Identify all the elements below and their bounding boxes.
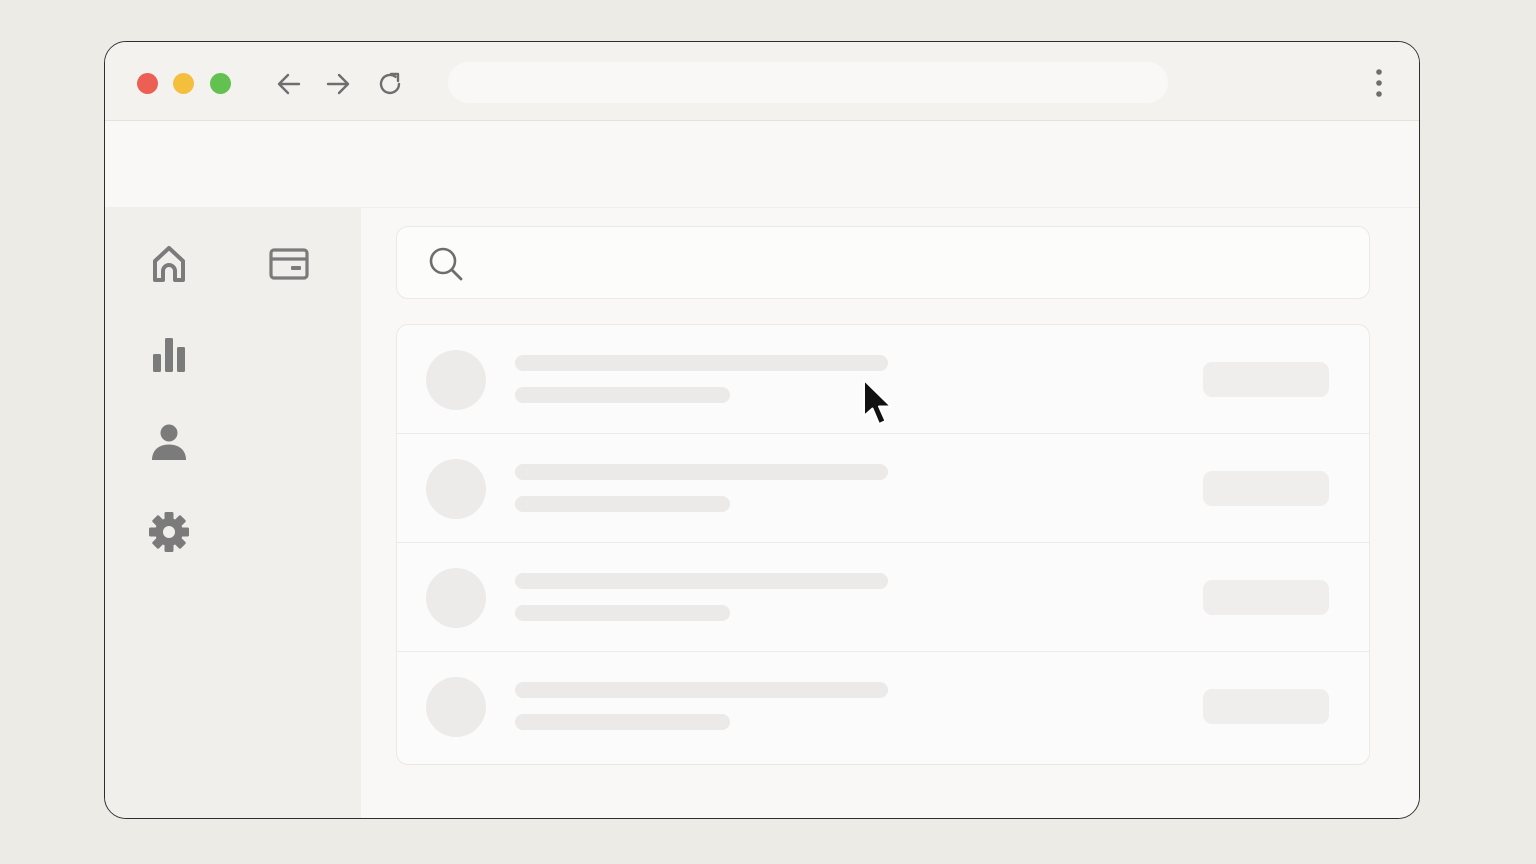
- browser-titlebar: [105, 42, 1419, 121]
- kebab-menu-icon: [1376, 69, 1382, 97]
- list-item[interactable]: [397, 652, 1369, 761]
- maximize-window-button[interactable]: [210, 73, 231, 94]
- reload-icon: [379, 72, 401, 95]
- action-button-placeholder[interactable]: [1203, 362, 1329, 397]
- search-input[interactable]: [479, 241, 1343, 287]
- home-icon: [153, 246, 185, 282]
- search-bar[interactable]: [396, 226, 1370, 299]
- user-icon: [152, 424, 186, 460]
- main-content: [361, 208, 1419, 818]
- minimize-window-button[interactable]: [173, 73, 194, 94]
- action-button-placeholder[interactable]: [1203, 471, 1329, 506]
- sidebar-item-profile[interactable]: [147, 420, 191, 464]
- arrow-left-icon: [277, 73, 301, 95]
- title-placeholder: [515, 573, 888, 589]
- reload-button[interactable]: [373, 67, 407, 101]
- avatar-placeholder: [426, 568, 486, 628]
- avatar-placeholder: [426, 677, 486, 737]
- subtitle-placeholder: [515, 387, 730, 403]
- title-placeholder: [515, 682, 888, 698]
- browser-menu-button[interactable]: [1365, 66, 1393, 100]
- subtitle-placeholder: [515, 714, 730, 730]
- bar-chart-icon: [153, 338, 185, 372]
- subtitle-placeholder: [515, 605, 730, 621]
- sidebar-item-home[interactable]: [147, 242, 191, 286]
- avatar-placeholder: [426, 350, 486, 410]
- action-button-placeholder[interactable]: [1203, 580, 1329, 615]
- list-item[interactable]: [397, 434, 1369, 543]
- list-item[interactable]: [397, 543, 1369, 652]
- browser-window: [104, 41, 1420, 819]
- arrow-right-icon: [326, 73, 350, 95]
- sidebar-item-card[interactable]: [267, 242, 311, 286]
- title-placeholder: [515, 464, 888, 480]
- search-icon: [429, 247, 463, 281]
- address-bar[interactable]: [448, 62, 1168, 103]
- avatar-placeholder: [426, 459, 486, 519]
- action-button-placeholder[interactable]: [1203, 689, 1329, 724]
- close-window-button[interactable]: [137, 73, 158, 94]
- results-list: [396, 324, 1370, 765]
- subtitle-placeholder: [515, 496, 730, 512]
- sidebar-item-settings[interactable]: [147, 510, 191, 554]
- sidebar: [105, 208, 361, 818]
- gear-icon: [149, 512, 189, 552]
- sidebar-item-analytics[interactable]: [147, 332, 191, 376]
- forward-button[interactable]: [321, 67, 355, 101]
- title-placeholder: [515, 355, 888, 371]
- back-button[interactable]: [272, 67, 306, 101]
- list-item[interactable]: [397, 325, 1369, 434]
- page-header-band: [105, 121, 1419, 208]
- card-icon: [269, 248, 309, 280]
